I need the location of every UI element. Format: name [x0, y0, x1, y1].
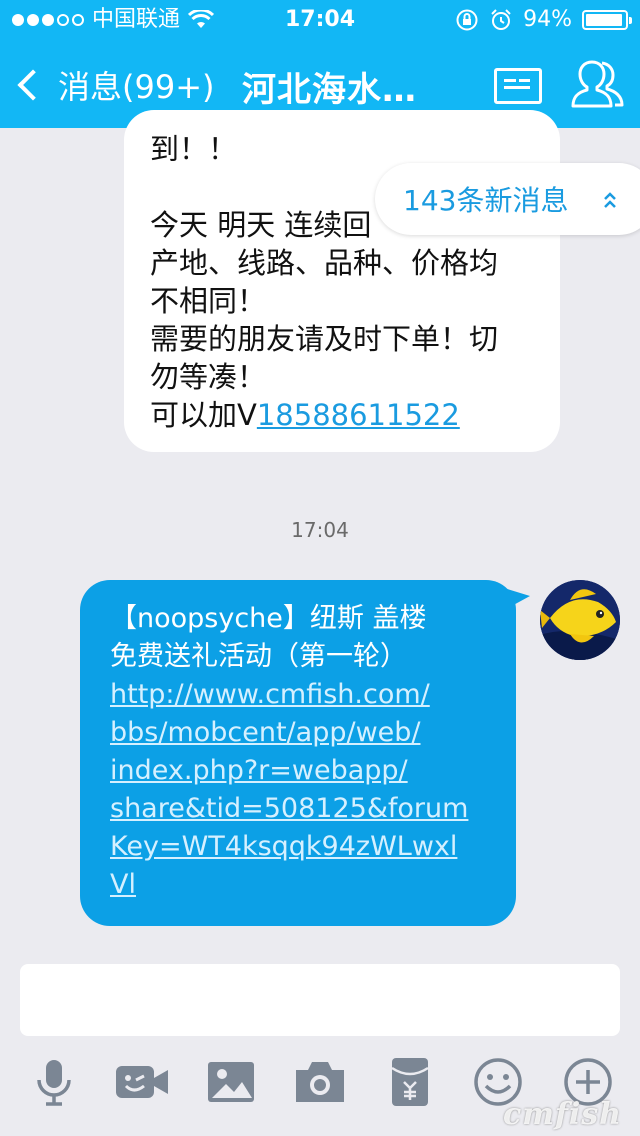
message-line-contact: 可以加V18588611522	[150, 396, 536, 434]
group-card-button[interactable]	[494, 68, 542, 104]
url-line: Key=WT4ksqqk94zWLwxl	[110, 831, 458, 862]
camera-icon[interactable]	[292, 1054, 348, 1110]
group-members-icon[interactable]	[570, 58, 626, 110]
alarm-icon	[491, 9, 511, 30]
message-line: 产地、线路、品种、价格均	[150, 246, 499, 280]
battery-icon	[582, 10, 632, 30]
phone-number-link[interactable]: 18588611522	[257, 398, 460, 432]
url-line: Vl	[110, 869, 136, 900]
yellow-fish-avatar-icon	[540, 580, 620, 660]
new-messages-button[interactable]: 143条新消息	[375, 163, 640, 235]
message-line: 不相同！	[150, 284, 267, 318]
chat-title: 河北海水…	[242, 70, 417, 110]
status-right: 94%	[455, 0, 632, 40]
microphone-icon[interactable]	[26, 1054, 82, 1110]
url-line: share&tid=508125&forum	[110, 793, 469, 824]
new-messages-label: 143条新消息	[403, 184, 569, 217]
message-timestamp: 17:04	[291, 518, 349, 542]
avatar[interactable]	[540, 580, 620, 660]
rotation-lock-icon	[456, 9, 478, 31]
status-bar: 中国联通 17:04 94%	[0, 0, 640, 40]
message-line: 【noopsyche】纽斯 盖楼	[110, 603, 427, 634]
video-icon[interactable]	[114, 1054, 170, 1110]
url-link[interactable]: http://www.cmfish.com/ bbs/mobcent/app/w…	[110, 676, 506, 904]
sent-message-bubble[interactable]: 【noopsyche】纽斯 盖楼 免费送礼活动（第一轮） http://www.…	[80, 580, 516, 926]
received-message-bubble[interactable]: 到！！ 今天 明天 连续回 产地、线路、品种、价格均 不相同！ 需要的朋友请及时…	[124, 110, 560, 452]
red-packet-icon[interactable]	[382, 1054, 438, 1110]
message-line: 免费送礼活动（第一轮）	[110, 641, 407, 672]
back-button[interactable]: 消息(99+)	[14, 62, 215, 108]
url-line: bbs/mobcent/app/web/	[110, 717, 421, 748]
contact-prefix: 可以加V	[150, 398, 257, 432]
watermark: cmfish	[502, 1097, 622, 1132]
url-line: index.php?r=webapp/	[110, 755, 408, 786]
back-label: 消息(99+)	[58, 68, 215, 106]
chevron-left-icon	[17, 69, 49, 101]
url-line: http://www.cmfish.com/	[110, 679, 430, 710]
double-chevron-up-icon	[604, 192, 616, 208]
image-icon[interactable]	[204, 1054, 260, 1110]
header: 中国联通 17:04 94% 消息(99+) 河北海水…	[0, 0, 640, 128]
message-line: 需要的朋友请及时下单！切	[150, 322, 499, 356]
message-input[interactable]	[20, 964, 620, 1036]
message-line: 勿等凑！	[150, 360, 267, 394]
battery-percent: 94%	[523, 7, 572, 32]
